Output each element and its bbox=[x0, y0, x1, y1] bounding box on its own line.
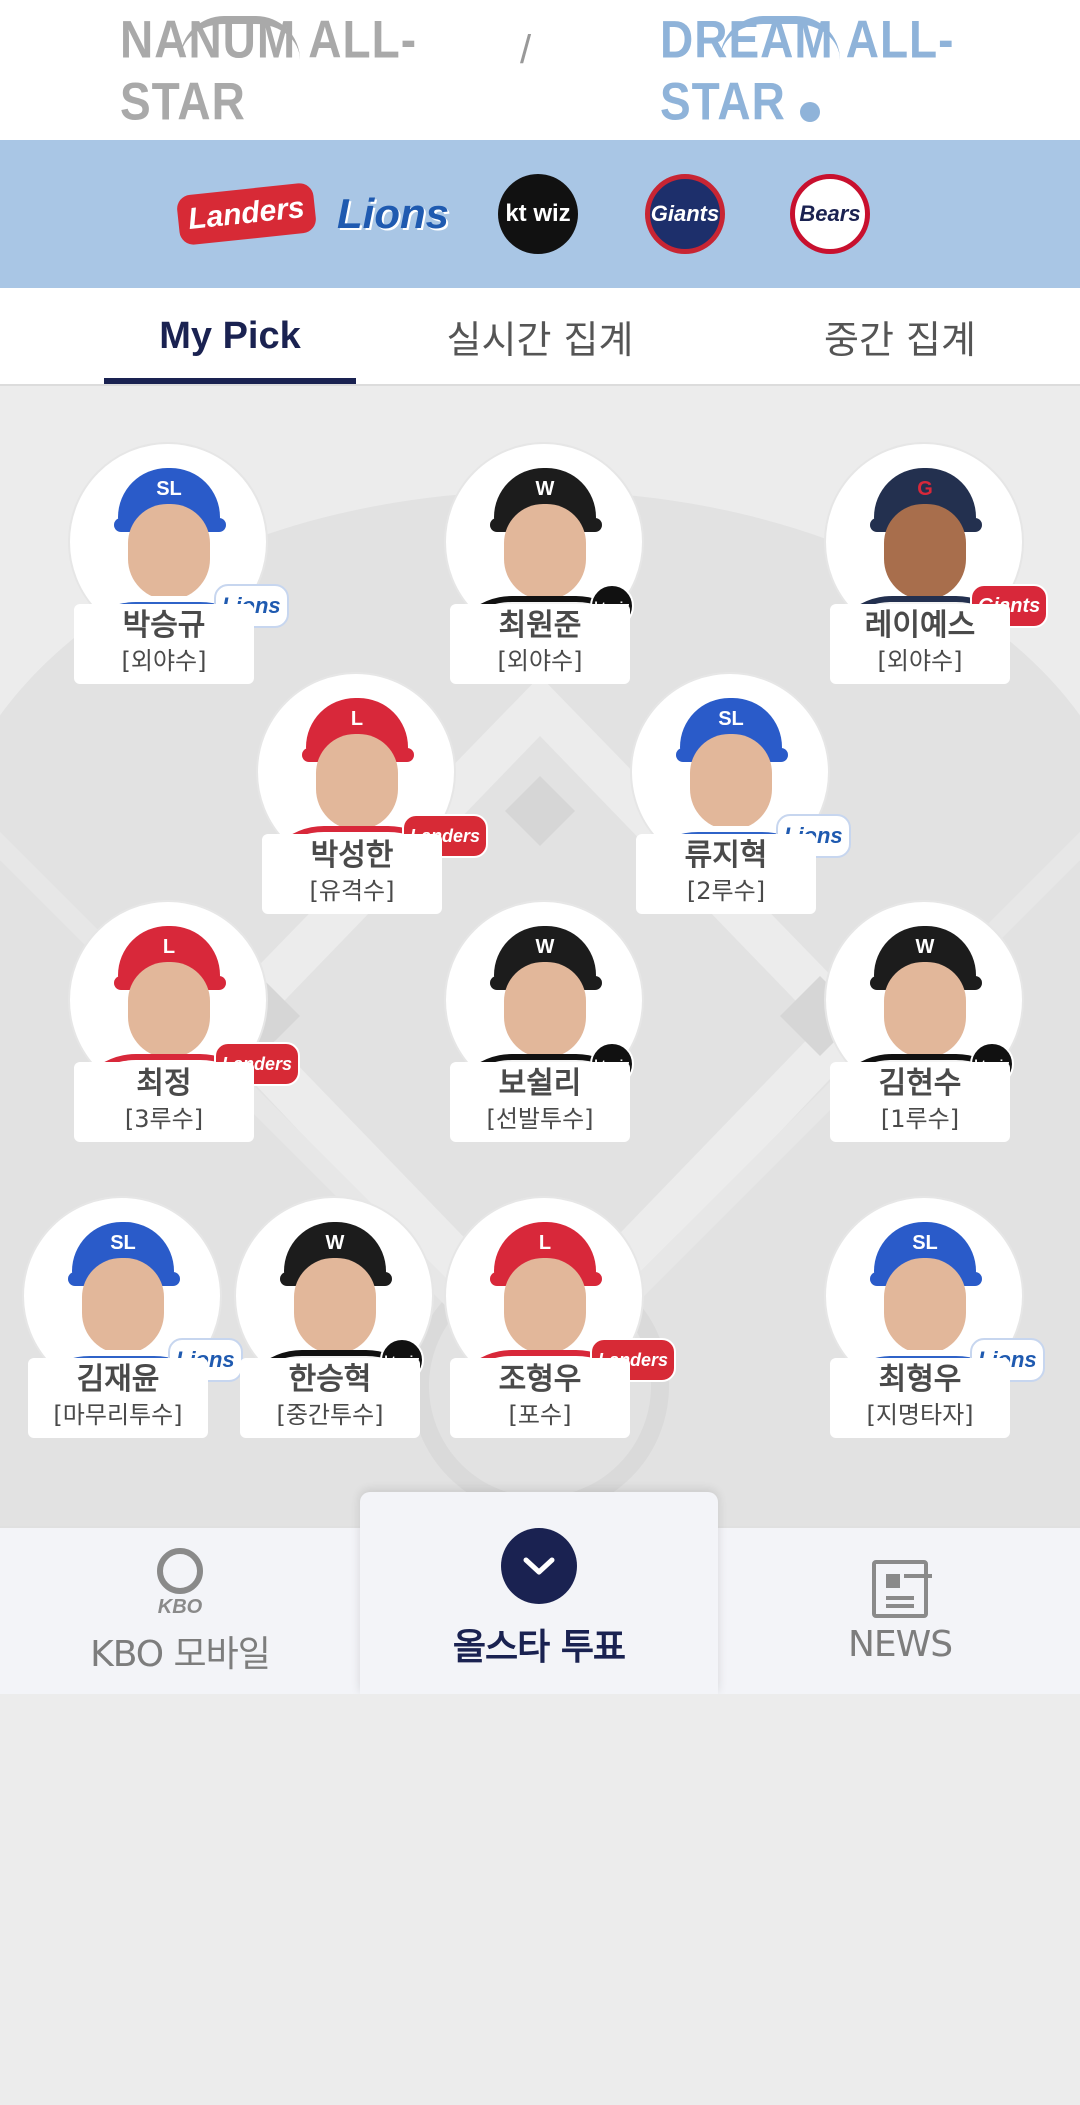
player-label: 류지혁 [2루수] bbox=[636, 834, 816, 914]
player-card[interactable]: SL Lions 김재윤 [마무리투수] bbox=[18, 1198, 243, 1468]
nav-news[interactable]: NEWS bbox=[800, 1528, 1000, 1696]
player-name: 최형우 bbox=[878, 1362, 962, 1397]
player-label: 박승규 [외야수] bbox=[74, 604, 254, 684]
player-position: [선발투수] bbox=[486, 1105, 594, 1133]
team-ktwiz-logo[interactable]: kt wiz bbox=[478, 168, 598, 260]
player-position: [지명타자] bbox=[866, 1401, 974, 1429]
player-position: [2루수] bbox=[686, 877, 766, 905]
kbo-logo-icon bbox=[157, 1547, 203, 1594]
player-label: 레이예스 [외야수] bbox=[830, 604, 1010, 684]
player-name: 김재윤 bbox=[76, 1362, 160, 1397]
player-label: 한승혁 [중간투수] bbox=[240, 1358, 420, 1438]
player-card[interactable]: W kt wiz 김현수 [1루수] bbox=[820, 902, 1022, 1172]
team-bears-logo[interactable]: Bears bbox=[770, 168, 890, 260]
player-name: 한승혁 bbox=[288, 1362, 372, 1397]
player-name: 최원준 bbox=[498, 608, 582, 643]
player-label: 최정 [3루수] bbox=[74, 1062, 254, 1142]
nanum-allstar-logo[interactable]: NANUM ALL-STAR bbox=[120, 9, 420, 131]
player-name: 김현수 bbox=[878, 1066, 962, 1101]
tab-bar: My Pick 실시간 집계 중간 집계 bbox=[0, 288, 1080, 386]
player-label: 최원준 [외야수] bbox=[450, 604, 630, 684]
player-name: 조형우 bbox=[498, 1362, 582, 1397]
player-position: [중간투수] bbox=[276, 1401, 384, 1429]
nav-vote-label: 올스타 투표 bbox=[452, 1627, 626, 1668]
player-label: 보쉴리 [선발투수] bbox=[450, 1062, 630, 1142]
league-separator: / bbox=[520, 28, 532, 72]
nav-kbo-label: KBO 모바일 bbox=[90, 1633, 271, 1675]
player-card[interactable]: W kt wiz 보쉴리 [선발투수] bbox=[440, 902, 642, 1172]
player-card[interactable]: G Giants 레이예스 [외야수] bbox=[820, 444, 1049, 714]
player-card[interactable]: L Landers 최정 [3루수] bbox=[64, 902, 301, 1172]
player-card[interactable]: SL Lions 최형우 [지명타자] bbox=[820, 1198, 1045, 1468]
player-card[interactable]: L Landers 박성한 [유격수] bbox=[252, 674, 489, 944]
player-position: [외야수] bbox=[121, 647, 207, 675]
league-switch: NANUM ALL-STAR / DREAM ALL-STAR bbox=[0, 0, 1080, 140]
player-label: 김현수 [1루수] bbox=[830, 1062, 1010, 1142]
player-position: [1루수] bbox=[880, 1105, 960, 1133]
player-name: 최정 bbox=[136, 1066, 192, 1101]
team-landers-logo[interactable]: Landers bbox=[175, 168, 317, 260]
player-card[interactable]: SL Lions 류지혁 [2루수] bbox=[626, 674, 851, 944]
player-name: 레이예스 bbox=[864, 608, 976, 643]
tab-interim[interactable]: 중간 집계 bbox=[800, 288, 1000, 384]
player-card[interactable]: W kt wiz 최원준 [외야수] bbox=[440, 444, 642, 714]
player-name: 보쉴리 bbox=[498, 1066, 582, 1101]
team-logo-band: Landers Lions kt wiz Giants Bears bbox=[0, 140, 1080, 288]
chevron-down-icon[interactable] bbox=[501, 1528, 577, 1604]
nav-allstar-vote[interactable]: 올스타 투표 bbox=[360, 1492, 718, 1694]
player-label: 박성한 [유격수] bbox=[262, 834, 442, 914]
player-position: [외야수] bbox=[877, 647, 963, 675]
selected-league-indicator bbox=[800, 102, 820, 122]
tab-my-pick[interactable]: My Pick bbox=[98, 288, 362, 384]
player-label: 김재윤 [마무리투수] bbox=[28, 1358, 208, 1438]
player-name: 박성한 bbox=[310, 838, 394, 873]
player-card[interactable]: SL Lions 박승규 [외야수] bbox=[64, 444, 289, 714]
lineup-field: SL Lions 박승규 [외야수] W kt wiz 최원준 [외야수] G … bbox=[0, 386, 1080, 1526]
nav-news-label: NEWS bbox=[847, 1623, 953, 1665]
player-card[interactable]: W kt wiz 한승혁 [중간투수] bbox=[230, 1198, 432, 1468]
player-position: [포수] bbox=[508, 1401, 572, 1429]
tab-realtime[interactable]: 실시간 집계 bbox=[430, 288, 650, 384]
nav-kbo-mobile[interactable]: KBO KBO 모바일 bbox=[60, 1528, 300, 1696]
empty-area bbox=[0, 1694, 1080, 2105]
kbo-logo-text: KBO bbox=[157, 1595, 203, 1618]
team-giants-logo[interactable]: Giants bbox=[625, 168, 745, 260]
player-label: 조형우 [포수] bbox=[450, 1358, 630, 1438]
player-position: [3루수] bbox=[124, 1105, 204, 1133]
player-name: 박승규 bbox=[122, 608, 206, 643]
team-lions-logo[interactable]: Lions bbox=[333, 168, 453, 260]
player-label: 최형우 [지명타자] bbox=[830, 1358, 1010, 1438]
player-position: [마무리투수] bbox=[53, 1401, 183, 1429]
player-position: [외야수] bbox=[497, 647, 583, 675]
player-position: [유격수] bbox=[309, 877, 395, 905]
player-name: 류지혁 bbox=[684, 838, 768, 873]
player-card[interactable]: L Landers 조형우 [포수] bbox=[440, 1198, 677, 1468]
newspaper-icon bbox=[872, 1559, 928, 1618]
